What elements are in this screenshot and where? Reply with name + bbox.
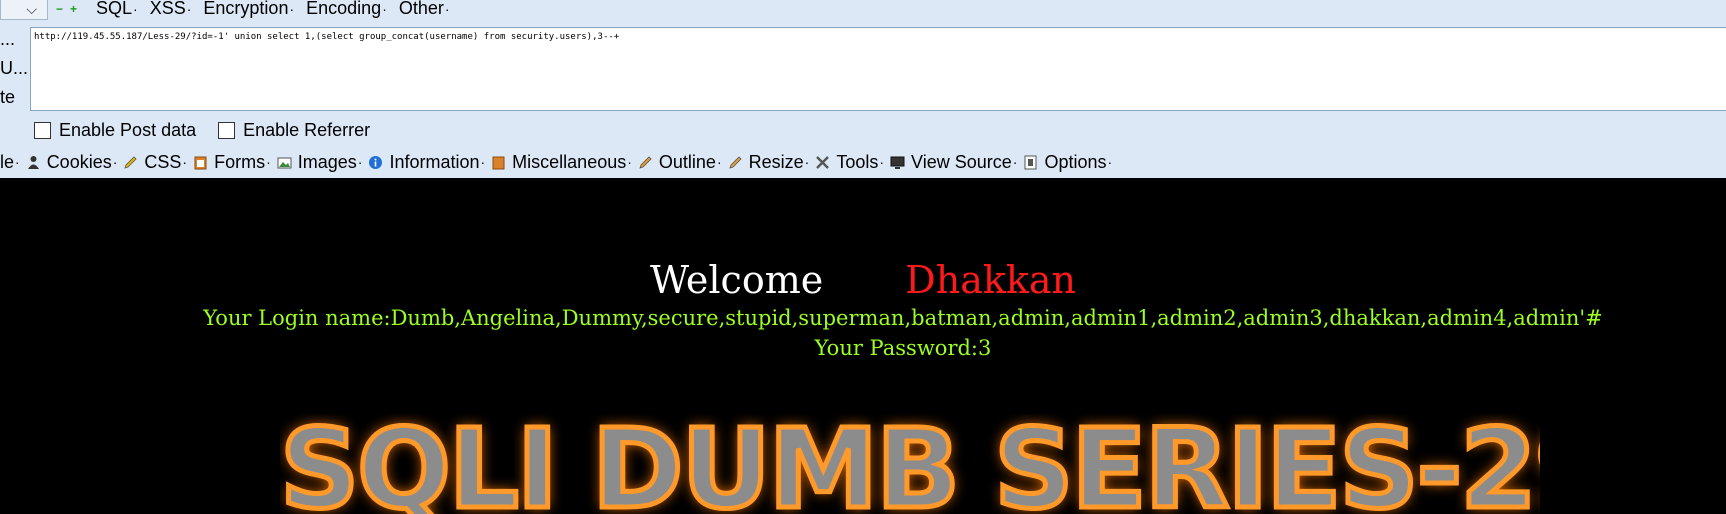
welcome-text: Welcome xyxy=(649,258,824,302)
referrer-label: Enable Referrer xyxy=(243,120,371,140)
plus-icon[interactable]: + xyxy=(70,2,77,16)
chevron-down-icon: ⌵ xyxy=(26,1,37,17)
menu-options[interactable]: Options xyxy=(1023,152,1112,173)
series-banner: SQLI DUMB SERIES-29 xyxy=(280,414,1540,514)
menu-view-source-label: View Source xyxy=(911,151,1012,172)
pencil-icon xyxy=(124,155,137,169)
menu-forms-label: Forms xyxy=(214,151,266,172)
menu-outline[interactable]: Outline xyxy=(638,152,722,173)
menu-cookies-label: Cookies xyxy=(46,151,112,172)
menu-encoding[interactable]: Encoding xyxy=(306,0,387,18)
menu-miscellaneous[interactable]: Miscellaneous xyxy=(491,152,632,173)
minus-icon[interactable]: − xyxy=(56,2,63,16)
menu-other[interactable]: Other xyxy=(399,0,450,18)
execute-button[interactable]: te xyxy=(0,84,24,113)
menu-view-source[interactable]: View Source xyxy=(890,152,1017,173)
hackbar-side-buttons: ... U... te xyxy=(0,26,28,113)
user-name: Dhakkan xyxy=(905,258,1077,302)
menu-disable-partial[interactable]: le xyxy=(0,152,20,173)
options-icon xyxy=(1024,155,1037,169)
hackbar-dropdown[interactable]: ⌵ xyxy=(0,0,48,20)
series-banner-text: SQLI DUMB SERIES-29 xyxy=(280,414,1540,514)
wrench-icon xyxy=(816,155,830,169)
menu-css[interactable]: CSS xyxy=(123,152,187,173)
menu-miscellaneous-label: Miscellaneous xyxy=(512,151,627,172)
image-icon xyxy=(277,157,292,168)
menu-encryption[interactable]: Encryption xyxy=(203,0,294,18)
folder-icon xyxy=(492,156,505,169)
menu-cookies[interactable]: Cookies xyxy=(26,152,118,173)
welcome-heading: Welcome Dhakkan xyxy=(0,258,1726,302)
person-icon xyxy=(27,155,39,169)
hackbar-menu: SQL XSS Encryption Encoding Other xyxy=(96,0,450,18)
menu-outline-label: Outline xyxy=(658,151,716,172)
referrer-checkbox[interactable] xyxy=(218,122,236,139)
menu-images[interactable]: Images xyxy=(277,152,363,173)
menu-disable-label: le xyxy=(0,151,15,172)
menu-css-label: CSS xyxy=(144,151,182,172)
menu-information[interactable]: Information xyxy=(368,152,485,173)
hackbar-options: Enable Post data Enable Referrer xyxy=(34,120,392,141)
menu-tools-label: Tools xyxy=(836,151,879,172)
password-result: Your Password:3 xyxy=(814,336,992,360)
menu-xss[interactable]: XSS xyxy=(150,0,192,18)
hackbar-toolbar: ⌵ − + SQL XSS Encryption Encoding Other … xyxy=(0,0,1726,178)
post-data-checkbox[interactable] xyxy=(34,122,51,139)
url-input[interactable]: http://119.45.55.187/Less-29/?id=-1' uni… xyxy=(30,27,1726,111)
post-data-label: Enable Post data xyxy=(59,120,197,140)
login-name-result: Your Login name:Dumb,Angelina,Dummy,secu… xyxy=(203,306,1603,330)
load-url-button[interactable]: ... xyxy=(0,26,24,55)
menu-images-label: Images xyxy=(297,151,357,172)
menu-forms[interactable]: Forms xyxy=(193,152,271,173)
menu-resize-label: Resize xyxy=(748,151,804,172)
info-icon xyxy=(369,155,383,169)
menu-information-label: Information xyxy=(389,151,480,172)
monitor-icon xyxy=(890,156,905,169)
menu-tools[interactable]: Tools xyxy=(815,152,884,173)
web-developer-toolbar: le Cookies CSS Forms Images Information … xyxy=(0,150,1118,174)
menu-options-label: Options xyxy=(1044,151,1107,172)
page-content: Welcome Dhakkan Your Login name:Dumb,Ange… xyxy=(0,178,1726,514)
menu-sql[interactable]: SQL xyxy=(96,0,138,18)
split-url-button[interactable]: U... xyxy=(0,55,28,84)
menu-resize[interactable]: Resize xyxy=(728,152,810,173)
pen-icon xyxy=(639,155,652,169)
clipboard-icon xyxy=(194,156,207,169)
ruler-icon xyxy=(728,155,742,169)
